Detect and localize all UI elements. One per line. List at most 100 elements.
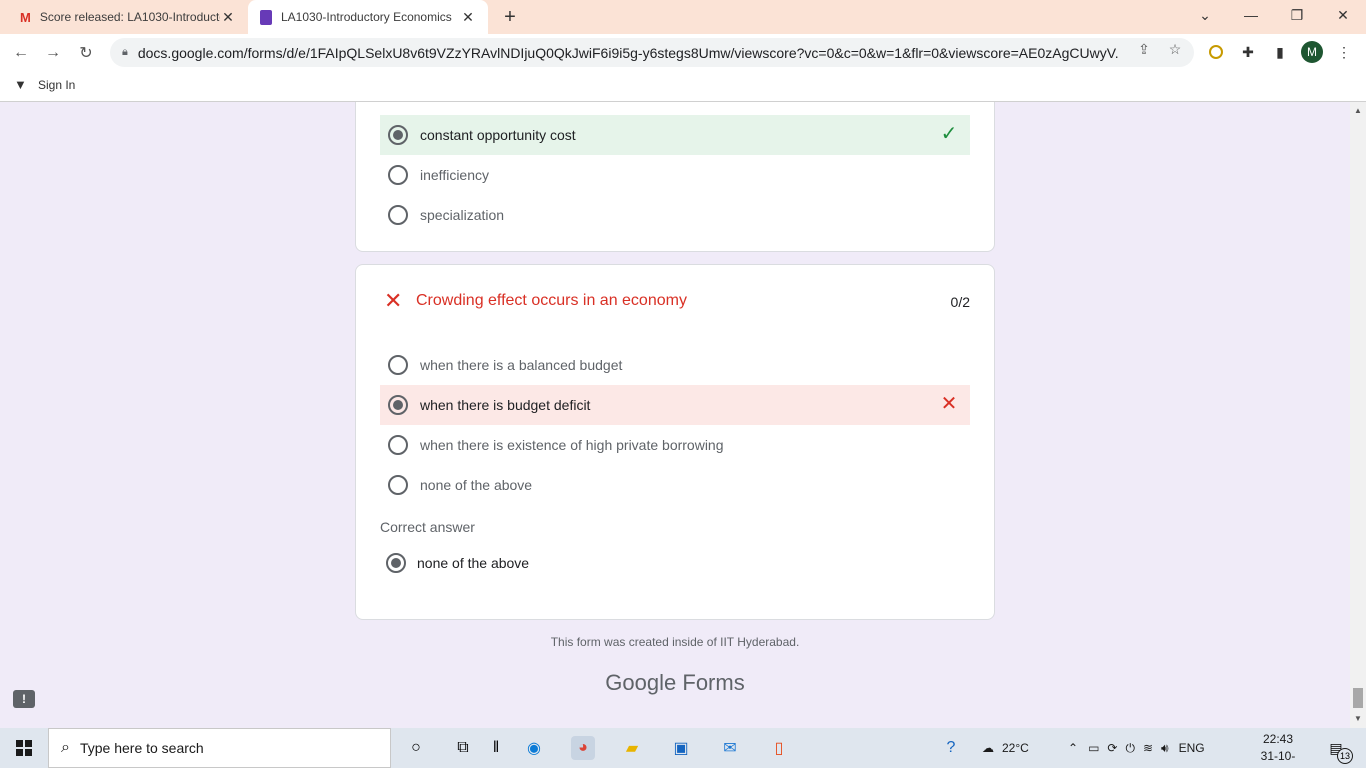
radio-selected-icon: [388, 395, 408, 415]
option-label: inefficiency: [420, 167, 490, 183]
menu-icon[interactable]: ⋮: [1334, 42, 1354, 62]
forward-button[interactable]: →: [40, 40, 66, 66]
restore-button[interactable]: ❐: [1274, 0, 1320, 30]
puzzle-icon[interactable]: ✚: [1238, 42, 1258, 62]
address-bar[interactable]: 🔒︎ docs.google.com/forms/d/e/1FAIpQLSelx…: [110, 38, 1194, 67]
option: when there is a balanced budget: [380, 345, 970, 385]
option-label: specialization: [420, 207, 505, 223]
radio-icon: [388, 355, 408, 375]
question-score: 0/2: [950, 294, 970, 310]
option-correct: constant opportunity cost ✓: [380, 115, 970, 155]
volume-icon[interactable]: 🔊︎: [1161, 741, 1169, 756]
radio-icon: [388, 165, 408, 185]
edge-icon[interactable]: ◉: [522, 736, 546, 760]
option-wrong: when there is budget deficit ✕: [380, 385, 970, 425]
weather-temp: 22°C: [1002, 741, 1029, 755]
back-button[interactable]: ←: [8, 40, 34, 66]
avatar[interactable]: M: [1301, 41, 1323, 63]
start-button[interactable]: [0, 728, 48, 768]
tray-icons: ⌃ ▭ ⟳ ⏻ ≋ 🔊︎ ENG: [1068, 728, 1205, 768]
clock[interactable]: 22:43 31-10-2022: [1250, 731, 1306, 768]
incorrect-icon: ✕: [384, 288, 403, 313]
option: when there is existence of high private …: [380, 425, 970, 465]
browser-toolbar: ← → ↻ 🔒︎ docs.google.com/forms/d/e/1FAIp…: [0, 34, 1366, 71]
google-forms-icon: [260, 9, 272, 25]
option: none of the above: [380, 465, 970, 505]
lock-icon: 🔒︎: [122, 46, 128, 58]
chevron-up-icon[interactable]: ⌃: [1068, 741, 1078, 755]
scroll-thumb[interactable]: [1353, 688, 1363, 708]
extension-icon[interactable]: [1206, 42, 1226, 62]
share-icon[interactable]: ⇪: [1135, 40, 1153, 58]
radio-icon: [388, 205, 408, 225]
battery-icon[interactable]: ▭: [1088, 741, 1099, 755]
tab-title: Score released: LA1030-Introductory Econ…: [39, 10, 220, 24]
question-card: ✕ Crowding effect occurs in an economy 0…: [355, 264, 995, 620]
sync-icon[interactable]: ⟳: [1107, 741, 1117, 755]
feedback-icon[interactable]: !: [13, 690, 35, 708]
close-icon[interactable]: ✕: [460, 9, 476, 25]
wifi-icon[interactable]: ≋: [1143, 741, 1153, 755]
clock-time: 22:43: [1262, 732, 1294, 746]
scrollbar[interactable]: ▲ ▼: [1350, 102, 1366, 728]
reload-button[interactable]: ↻: [73, 40, 99, 66]
help-icon[interactable]: ?: [939, 736, 963, 760]
question-text: Crowding effect occurs in an economy: [416, 292, 687, 309]
store-icon[interactable]: ▣: [669, 736, 693, 760]
option-label: when there is existence of high private …: [420, 437, 724, 453]
weather-widget[interactable]: ☁ 22°C: [982, 728, 1029, 768]
power-icon[interactable]: ⏻: [1125, 741, 1135, 756]
form-page: constant opportunity cost ✓ inefficiency…: [0, 102, 1350, 728]
option-label: when there is budget deficit: [420, 397, 591, 413]
radio-selected-icon: [388, 125, 408, 145]
close-icon[interactable]: ✕: [220, 9, 236, 25]
tab-strip: M Score released: LA1030-Introductory Ec…: [0, 0, 1366, 34]
correct-answer-label: Correct answer: [380, 519, 475, 535]
gmail-icon: M: [20, 9, 31, 25]
option-label: constant opportunity cost: [420, 127, 576, 143]
brand-forms: Forms: [682, 670, 745, 695]
bookmark-label: Sign In: [38, 77, 76, 92]
scroll-up-icon[interactable]: ▲: [1353, 106, 1363, 116]
option: inefficiency: [380, 155, 970, 195]
correct-answer: none of the above: [386, 553, 529, 573]
tab-gmail[interactable]: M Score released: LA1030-Introductory Ec…: [8, 0, 248, 34]
window-close-button[interactable]: ✕: [1320, 0, 1366, 30]
option-label: when there is a balanced budget: [420, 357, 623, 373]
office-icon[interactable]: ▯: [767, 736, 791, 760]
tab-search-icon[interactable]: ⌄: [1182, 0, 1228, 30]
radio-icon: [388, 435, 408, 455]
minimize-button[interactable]: —: [1228, 0, 1274, 30]
mail-icon[interactable]: ✉: [718, 736, 742, 760]
radio-selected-icon: [386, 553, 406, 573]
tab-forms[interactable]: LA1030-Introductory Economics ✕: [248, 0, 488, 34]
check-icon: ✓: [940, 123, 958, 145]
google-forms-logo[interactable]: Google Forms: [355, 670, 995, 696]
option: specialization: [380, 195, 970, 235]
notification-center-button[interactable]: ▤ 13: [1323, 738, 1353, 764]
option-label: none of the above: [420, 477, 533, 493]
taskbar-search[interactable]: ⌕ Type here to search: [48, 728, 391, 768]
taskbar-divider-icon: ‖: [492, 739, 500, 756]
brand-google: Google: [605, 670, 677, 695]
radio-icon: [388, 475, 408, 495]
bookmark-sign-in[interactable]: ▼ Sign In: [14, 77, 75, 92]
notification-count: 13: [1337, 748, 1353, 764]
new-tab-button[interactable]: +: [500, 7, 520, 27]
task-view-icon[interactable]: ⧉: [451, 736, 475, 760]
weather-icon: ☁: [982, 741, 994, 755]
bookmark-icon: ▼: [14, 77, 27, 92]
chrome-icon[interactable]: ◕: [571, 736, 595, 760]
cortana-icon[interactable]: ○: [404, 736, 428, 760]
taskbar: ⌕ Type here to search ○ ⧉ ‖ ◉ ◕ ▰ ▣ ✉ ▯ …: [0, 728, 1366, 768]
search-placeholder: Type here to search: [79, 740, 204, 756]
footer-note: This form was created inside of IIT Hyde…: [550, 635, 800, 649]
side-panel-icon[interactable]: ▮: [1270, 42, 1290, 62]
bookmarks-bar: ▼ Sign In: [0, 71, 1366, 102]
clock-date: 31-10-2022: [1260, 749, 1296, 768]
url-text: docs.google.com/forms/d/e/1FAIpQLSelxU8v…: [137, 44, 1118, 61]
language-indicator[interactable]: ENG: [1179, 741, 1205, 755]
bookmark-star-icon[interactable]: ☆: [1166, 40, 1184, 58]
scroll-down-icon[interactable]: ▼: [1353, 714, 1363, 724]
file-explorer-icon[interactable]: ▰: [620, 736, 644, 760]
